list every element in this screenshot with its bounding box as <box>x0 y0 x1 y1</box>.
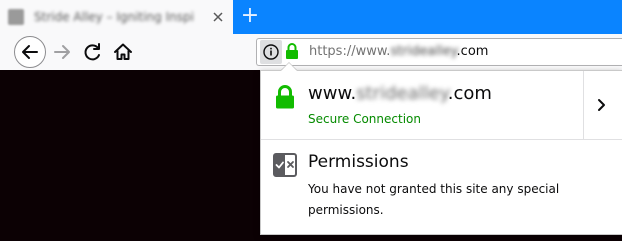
connection-details-button[interactable] <box>584 71 622 139</box>
site-favicon-icon <box>8 9 24 25</box>
home-icon <box>114 43 132 60</box>
url-text[interactable]: https://www.stridealley.com <box>309 44 488 60</box>
lock-icon[interactable] <box>285 42 299 60</box>
permissions-icon <box>273 153 297 177</box>
panel-arrow-fill <box>281 63 297 71</box>
forward-arrow-icon <box>54 45 70 59</box>
host-suffix: .com <box>447 83 492 104</box>
close-icon[interactable] <box>210 9 226 25</box>
back-button[interactable] <box>14 36 46 68</box>
host-prefix: www. <box>308 83 357 104</box>
reload-icon <box>84 43 100 61</box>
tab-strip: Stride Alley – Igniting Inspirati… + <box>0 0 622 34</box>
browser-tab[interactable]: Stride Alley – Igniting Inspirati… <box>0 0 233 34</box>
url-prefix: https://www. <box>309 44 391 59</box>
connection-section: www.stridealley.com Secure Connection <box>261 71 622 140</box>
url-suffix: .com <box>456 44 489 59</box>
tab-title: Stride Alley – Igniting Inspirati… <box>34 10 194 24</box>
chevron-right-icon <box>596 97 608 113</box>
site-identity-panel: www.stridealley.com Secure Connection Pe… <box>260 70 622 235</box>
home-button[interactable] <box>108 37 138 67</box>
back-arrow-icon <box>22 45 38 59</box>
connection-status: Secure Connection <box>308 112 421 126</box>
permissions-description: You have not granted this site any speci… <box>308 182 560 217</box>
forward-button[interactable] <box>48 37 78 67</box>
lock-icon <box>274 84 296 110</box>
info-icon <box>263 44 279 60</box>
connection-host: www.stridealley.com <box>308 82 492 106</box>
site-info-button[interactable] <box>260 40 282 64</box>
reload-button[interactable] <box>78 37 108 67</box>
host-blurred: stridealley <box>356 83 448 104</box>
permissions-title: Permissions <box>308 152 409 172</box>
url-domain-blurred: stridealley <box>390 44 457 59</box>
navigation-bar: https://www.stridealley.com <box>0 34 622 70</box>
new-tab-button[interactable]: + <box>240 5 260 27</box>
